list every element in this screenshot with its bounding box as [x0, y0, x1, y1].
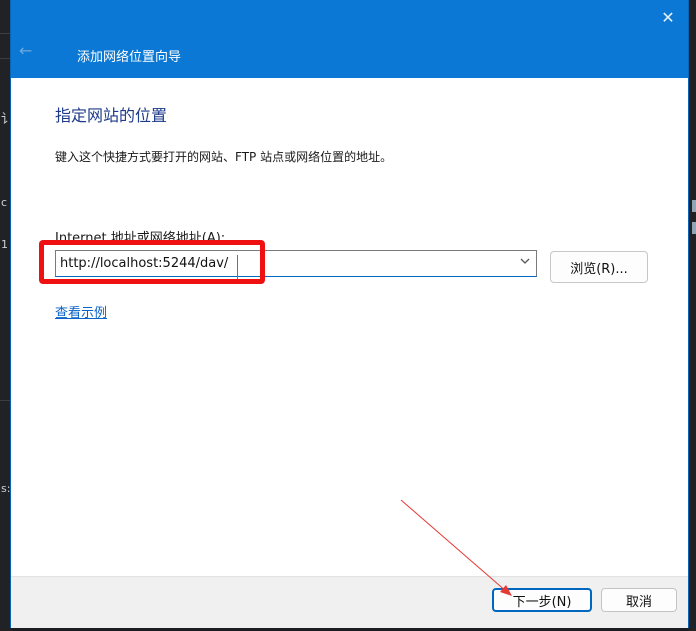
- next-button[interactable]: 下一步(N): [492, 588, 592, 612]
- red-highlight-box: [39, 240, 265, 284]
- background-glyph: s:: [1, 482, 11, 495]
- back-arrow-icon[interactable]: ←: [19, 42, 37, 60]
- background-glyph: c: [1, 196, 8, 209]
- chevron-down-icon[interactable]: [520, 256, 530, 269]
- scroll-marker: [692, 200, 696, 212]
- background-app-right: [688, 0, 696, 631]
- view-examples-link[interactable]: 查看示例: [55, 302, 107, 321]
- footer-bar: 下一步(N) 取消: [11, 576, 688, 628]
- title-bar: ✕ ← 添加网络位置向导: [11, 0, 688, 78]
- instruction-text: 键入这个快捷方式要打开的网站、FTP 站点或网络位置的地址。: [55, 150, 393, 164]
- cancel-button[interactable]: 取消: [601, 588, 677, 612]
- scroll-marker: [692, 222, 696, 234]
- add-network-location-dialog: ✕ ← 添加网络位置向导 指定网站的位置 键入这个快捷方式要打开的网站、FTP …: [11, 0, 688, 628]
- close-icon[interactable]: ✕: [658, 8, 678, 28]
- background-glyph: 1: [1, 238, 8, 251]
- page-heading: 指定网站的位置: [55, 106, 168, 125]
- browse-button[interactable]: 浏览(R)...: [550, 251, 648, 283]
- wizard-title: 添加网络位置向导: [77, 50, 182, 65]
